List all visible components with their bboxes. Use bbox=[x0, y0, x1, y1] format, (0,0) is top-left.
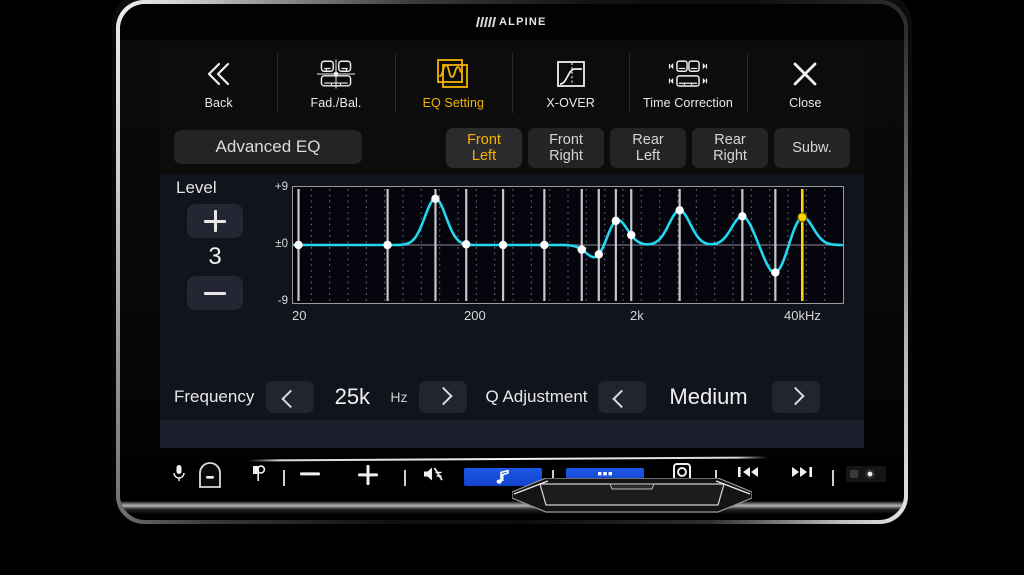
x-axis-label-0: 20 bbox=[292, 308, 307, 323]
mic-button[interactable] bbox=[172, 464, 186, 484]
level-decrease-button[interactable] bbox=[187, 276, 243, 310]
channel-subwoofer-button[interactable]: Subw. bbox=[774, 128, 850, 168]
display-mount bbox=[512, 478, 752, 518]
volume-up-button[interactable] bbox=[348, 464, 388, 486]
channel-front-left-button[interactable]: Front Left bbox=[446, 128, 522, 168]
level-control: Level 3 bbox=[172, 178, 258, 310]
y-axis-label-zero: ±0 bbox=[275, 238, 288, 250]
channel-buttons: Front Left Front Right Rear Left Rear Ri… bbox=[446, 128, 850, 168]
minus-icon bbox=[204, 291, 226, 295]
brand-strip: ALPINE bbox=[120, 4, 904, 40]
level-label: Level bbox=[176, 178, 217, 197]
nav-crossover-button[interactable]: X-OVER bbox=[511, 44, 629, 122]
mute-icon bbox=[424, 467, 443, 481]
frequency-previous-button[interactable] bbox=[266, 381, 315, 413]
channel-rear-left-line2: Left bbox=[635, 148, 661, 164]
channel-rear-left-button[interactable]: Rear Left bbox=[610, 128, 686, 168]
screenshot-root: ALPINE Back Fad./Bal. EQ Setting X-OVER … bbox=[0, 0, 1024, 575]
sensor-window bbox=[846, 466, 886, 482]
nav-eq-setting-label: EQ Setting bbox=[422, 95, 485, 110]
level-value: 3 bbox=[208, 243, 222, 270]
frequency-unit: Hz bbox=[390, 389, 408, 405]
y-axis-label-max: +9 bbox=[274, 181, 288, 193]
touchscreen: Back Fad./Bal. EQ Setting X-OVER Time Co… bbox=[160, 44, 864, 448]
channel-rear-left-line1: Rear bbox=[632, 132, 664, 148]
eq-main-panel: Level 3 +9 ±0 -9 20 200 2k 40kHz bbox=[160, 174, 864, 374]
map-pin-button[interactable] bbox=[250, 464, 266, 484]
level-increase-button[interactable] bbox=[187, 204, 243, 238]
logo-slashes-icon bbox=[476, 17, 497, 27]
channel-front-right-line1: Front bbox=[549, 132, 583, 148]
volume-down-icon bbox=[300, 472, 320, 476]
channel-subwoofer-line1: Subw. bbox=[792, 140, 832, 156]
next-track-icon bbox=[792, 467, 812, 477]
channel-front-left-line2: Left bbox=[471, 148, 497, 164]
x-axis-label-1: 200 bbox=[464, 308, 486, 323]
advanced-eq-label: Advanced EQ bbox=[215, 137, 321, 156]
frequency-value: 25k bbox=[334, 384, 371, 409]
music-note-icon bbox=[496, 469, 509, 484]
ir-sensor-icon bbox=[846, 466, 886, 482]
next-track-button[interactable] bbox=[782, 464, 822, 480]
channel-selection-row: Advanced EQ Front Left Front Right Rear … bbox=[160, 122, 864, 174]
q-next-button[interactable] bbox=[771, 381, 820, 413]
nav-time-correction-label: Time Correction bbox=[643, 95, 733, 110]
crossover-icon bbox=[554, 57, 588, 91]
alpine-logo: ALPINE bbox=[476, 16, 548, 28]
mute-button[interactable] bbox=[416, 464, 450, 484]
top-navigation-bar: Back Fad./Bal. EQ Setting X-OVER Time Co… bbox=[160, 44, 864, 122]
chevron-right-icon bbox=[786, 386, 805, 405]
channel-front-right-line2: Right bbox=[549, 148, 583, 164]
eq-curve-icon bbox=[434, 57, 472, 91]
nav-eq-setting-button[interactable]: EQ Setting bbox=[394, 44, 512, 122]
close-x-icon bbox=[788, 57, 822, 91]
bezel-hairline bbox=[247, 456, 769, 462]
fader-balance-icon bbox=[316, 57, 356, 91]
preset-row-extension bbox=[160, 420, 864, 448]
eq-graph-area: +9 ±0 -9 20 200 2k 40kHz bbox=[264, 180, 852, 330]
volume-down-button[interactable] bbox=[290, 464, 330, 484]
channel-rear-right-line2: Right bbox=[713, 148, 747, 164]
mic-icon bbox=[173, 465, 185, 481]
q-adjustment-value: Medium bbox=[669, 384, 748, 409]
frequency-label: Frequency bbox=[174, 387, 255, 406]
nav-crossover-label: X-OVER bbox=[546, 95, 595, 110]
chevron-left-icon bbox=[281, 389, 300, 408]
frequency-next-button[interactable] bbox=[419, 381, 468, 413]
frequency-q-row: Frequency 25k Hz Q Adjustment Medium bbox=[160, 374, 864, 420]
nav-close-label: Close bbox=[789, 95, 822, 110]
head-unit-face: ALPINE Back Fad./Bal. EQ Setting X-OVER … bbox=[120, 4, 904, 520]
chevron-left-icon bbox=[612, 389, 631, 408]
x-axis-label-3: 40kHz bbox=[784, 308, 821, 323]
divider bbox=[832, 470, 834, 486]
nav-back-button[interactable]: Back bbox=[160, 44, 277, 122]
double-chevron-left-icon bbox=[202, 57, 236, 91]
channel-rear-right-button[interactable]: Rear Right bbox=[692, 128, 768, 168]
nav-fader-balance-button[interactable]: Fad./Bal. bbox=[277, 44, 394, 122]
map-pin-icon bbox=[253, 465, 266, 481]
home-button[interactable] bbox=[196, 462, 224, 488]
divider bbox=[404, 470, 406, 486]
nav-close-button[interactable]: Close bbox=[746, 44, 864, 122]
divider bbox=[283, 470, 285, 486]
chevron-right-icon bbox=[434, 386, 453, 405]
channel-front-right-button[interactable]: Front Right bbox=[528, 128, 604, 168]
home-icon bbox=[199, 462, 221, 488]
nav-fader-balance-label: Fad./Bal. bbox=[310, 95, 362, 110]
q-previous-button[interactable] bbox=[597, 381, 646, 413]
channel-front-left-line1: Front bbox=[467, 132, 501, 148]
y-axis-label-min: -9 bbox=[277, 295, 288, 307]
channel-rear-right-line1: Rear bbox=[714, 132, 746, 148]
advanced-eq-button[interactable]: Advanced EQ bbox=[174, 130, 362, 164]
brand-name: ALPINE bbox=[499, 16, 547, 28]
x-axis-label-2: 2k bbox=[630, 308, 644, 323]
volume-up-icon bbox=[358, 465, 378, 485]
eq-curve-graph[interactable] bbox=[292, 186, 844, 304]
time-correction-icon bbox=[664, 57, 712, 91]
nav-time-correction-button[interactable]: Time Correction bbox=[629, 44, 746, 122]
nav-back-label: Back bbox=[204, 95, 233, 110]
eq-curve-svg bbox=[293, 189, 843, 301]
x-axis-labels: 20 200 2k 40kHz bbox=[292, 308, 844, 326]
q-adjustment-label: Q Adjustment bbox=[485, 387, 588, 406]
